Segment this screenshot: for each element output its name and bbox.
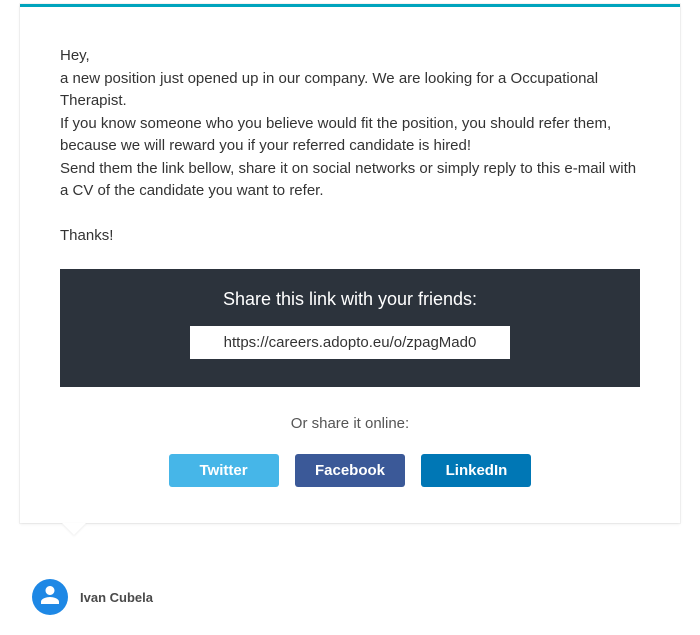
message-line-4: Send them the link bellow, share it on s… [60,160,636,200]
page: Hey, a new position just opened up in ou… [0,4,700,635]
author-name: Ivan Cubela [80,590,153,605]
person-icon [39,584,61,611]
message-greeting: Hey, [60,47,90,64]
share-box-title: Share this link with your friends: [80,289,620,310]
message-line-2: a new position just opened up in our com… [60,70,598,110]
message-thanks: Thanks! [60,225,640,248]
message-line-3: If you know someone who you believe woul… [60,115,611,155]
linkedin-button[interactable]: LinkedIn [421,454,531,487]
message-body: Hey, a new position just opened up in ou… [60,45,640,203]
social-buttons-row: Twitter Facebook LinkedIn [60,454,640,487]
card-tail [62,523,86,535]
author-row: Ivan Cubela [32,579,153,615]
or-share-text: Or share it online: [60,415,640,432]
facebook-button[interactable]: Facebook [295,454,405,487]
avatar [32,579,68,615]
share-url[interactable]: https://careers.adopto.eu/o/zpagMad0 [190,326,510,359]
share-box: Share this link with your friends: https… [60,269,640,387]
referral-card: Hey, a new position just opened up in ou… [20,4,680,523]
twitter-button[interactable]: Twitter [169,454,279,487]
